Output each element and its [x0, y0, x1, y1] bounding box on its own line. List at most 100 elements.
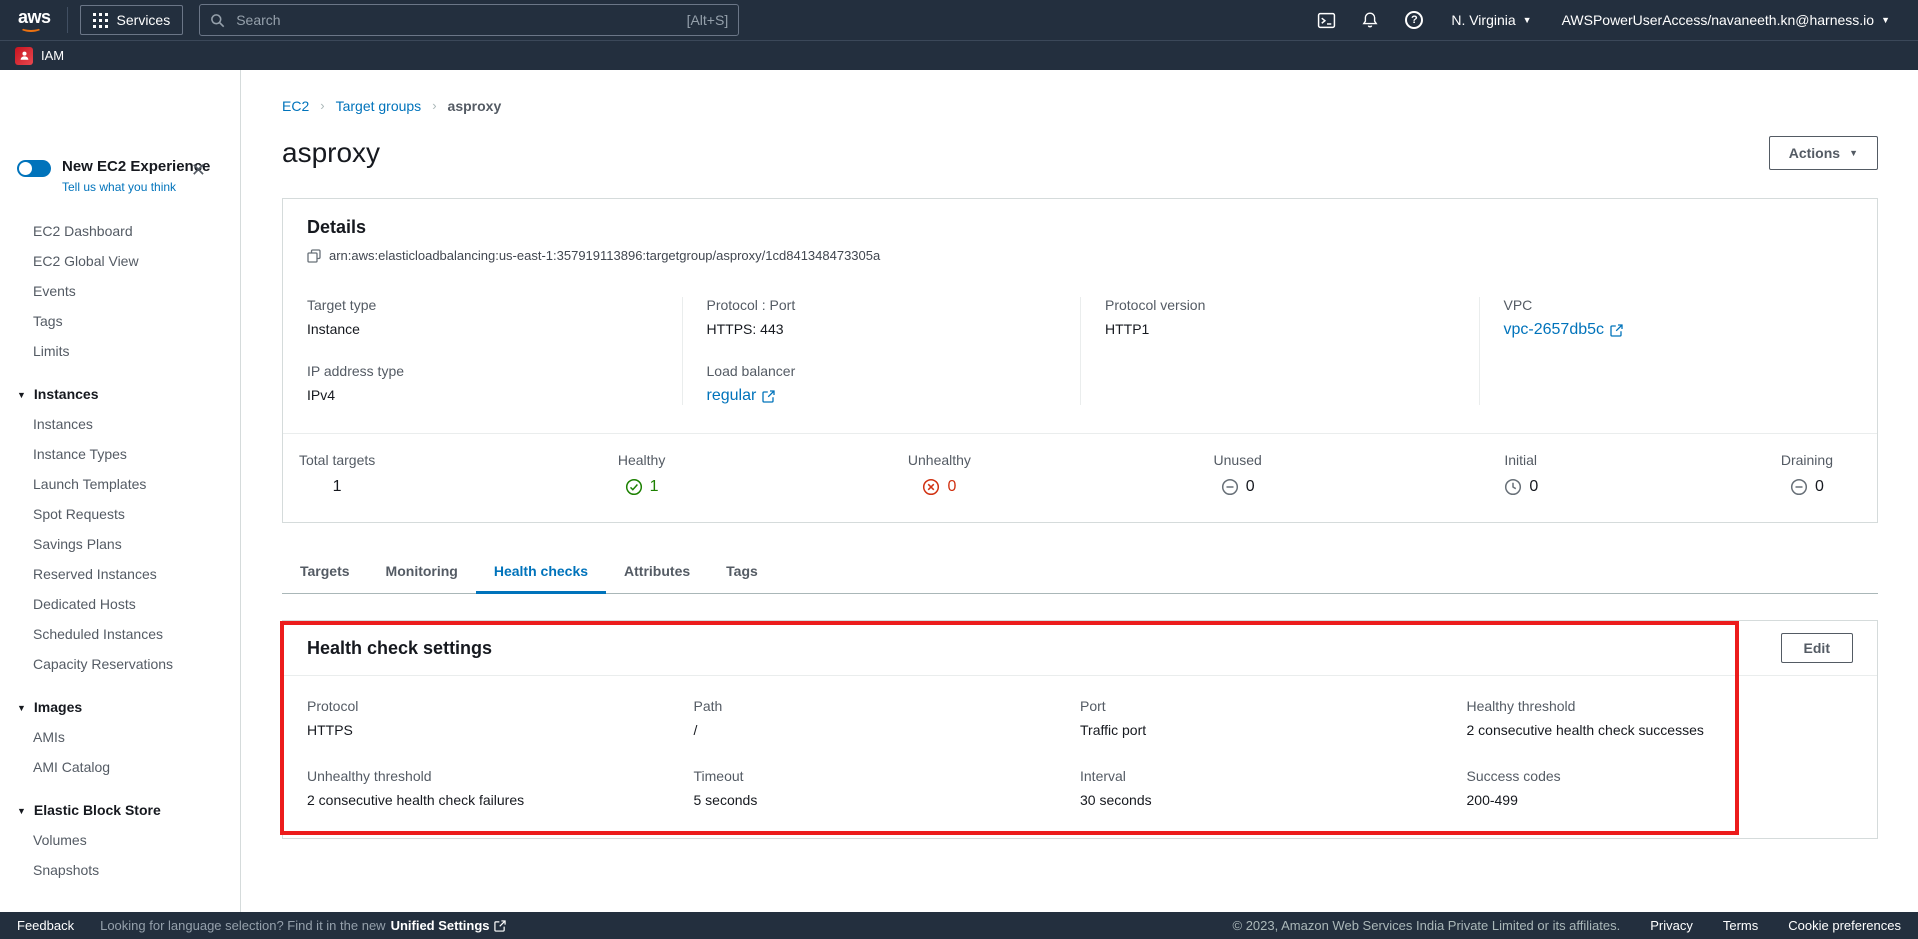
sidebar-item-ami-catalog[interactable]: AMI Catalog: [0, 752, 240, 782]
account-menu[interactable]: AWSPowerUserAccess/navaneeth.kn@harness.…: [1548, 12, 1904, 28]
sidebar-item-savings-plans[interactable]: Savings Plans: [0, 529, 240, 559]
breadcrumb-separator-icon: ›: [432, 96, 436, 116]
sidebar-section-elastic-block-store[interactable]: ▼Elastic Block Store: [0, 795, 240, 825]
services-menu-button[interactable]: Services: [80, 5, 184, 35]
footer: Feedback Looking for language selection?…: [0, 912, 1918, 939]
breadcrumb-target-groups[interactable]: Target groups: [336, 96, 422, 116]
field-value: 2 consecutive health check successes: [1467, 722, 1704, 738]
field-value: HTTPS: [307, 722, 353, 738]
tab-health-checks[interactable]: Health checks: [476, 553, 606, 594]
triangle-down-icon: ▼: [17, 380, 26, 410]
stat-label: Unused: [1214, 452, 1262, 468]
sidebar-item-spot-requests[interactable]: Spot Requests: [0, 499, 240, 529]
sidebar-item-tags[interactable]: Tags: [0, 306, 240, 336]
breadcrumb-ec2[interactable]: EC2: [282, 96, 309, 116]
unified-settings-label: Unified Settings: [391, 918, 490, 933]
field-hc-healthy-threshold: Healthy threshold 2 consecutive health c…: [1467, 698, 1854, 740]
help-icon[interactable]: ?: [1393, 4, 1435, 36]
service-shortcut-bar: IAM: [0, 40, 1918, 70]
section-label: Elastic Block Store: [34, 802, 161, 818]
field-hc-interval: Interval 30 seconds: [1080, 768, 1467, 810]
feedback-link[interactable]: Feedback: [17, 918, 74, 933]
stat-number: 0: [1246, 478, 1255, 496]
sidebar-item-snapshots[interactable]: Snapshots: [0, 855, 240, 885]
field-protocol-port: Protocol : Port HTTPS: 443: [707, 297, 1057, 339]
chevron-down-icon: ▼: [1849, 148, 1858, 158]
field-value: Traffic port: [1080, 722, 1146, 738]
sidebar-item-volumes[interactable]: Volumes: [0, 825, 240, 855]
sidebar-item-events[interactable]: Events: [0, 276, 240, 306]
sidebar-item-capacity-reservations[interactable]: Capacity Reservations: [0, 649, 240, 679]
tab-monitoring[interactable]: Monitoring: [368, 553, 476, 594]
triangle-down-icon: ▼: [17, 693, 26, 723]
field-label: Healthy threshold: [1467, 698, 1854, 714]
sidebar-item-launch-templates[interactable]: Launch Templates: [0, 469, 240, 499]
section-label: Instances: [34, 386, 99, 402]
search-input[interactable]: [234, 11, 677, 29]
field-label: Protocol version: [1105, 297, 1455, 313]
question-mark-glyph: ?: [1405, 11, 1423, 29]
tab-tags[interactable]: Tags: [708, 553, 776, 594]
field-hc-success-codes: Success codes 200-499: [1467, 768, 1854, 810]
unified-settings-link[interactable]: Unified Settings: [391, 918, 506, 933]
field-label: Target type: [307, 297, 658, 313]
top-navigation: aws Services [Alt+S] ? N. Virginia ▼ AWS…: [0, 0, 1918, 40]
field-target-type: Target type Instance: [307, 297, 658, 339]
region-selector[interactable]: N. Virginia ▼: [1437, 12, 1545, 28]
close-icon[interactable]: ✕: [185, 160, 212, 180]
main-content: EC2 › Target groups › asproxy asproxy Ac…: [241, 70, 1918, 912]
copy-icon[interactable]: [307, 249, 321, 263]
edit-button[interactable]: Edit: [1781, 633, 1853, 663]
sidebar-item-scheduled-instances[interactable]: Scheduled Instances: [0, 619, 240, 649]
sidebar-item-ec2-dashboard[interactable]: EC2 Dashboard: [0, 216, 240, 246]
sidebar-item-instances[interactable]: Instances: [0, 409, 240, 439]
sidebar-section-instances[interactable]: ▼ Instances: [0, 379, 240, 409]
sidebar-item-ec2-global-view[interactable]: EC2 Global View: [0, 246, 240, 276]
field-label: VPC: [1504, 297, 1854, 313]
field-ip-address-type: IP address type IPv4: [307, 363, 658, 405]
actions-button[interactable]: Actions ▼: [1769, 136, 1878, 170]
sidebar-item-instance-types[interactable]: Instance Types: [0, 439, 240, 469]
privacy-link[interactable]: Privacy: [1650, 918, 1693, 933]
chevron-down-icon: ▼: [1881, 15, 1890, 25]
stat-initial: Initial 0: [1504, 452, 1538, 496]
targets-summary: Total targets 1 Healthy 1 Unhealthy 0 Un…: [283, 434, 1877, 522]
health-check-heading: Health check settings: [307, 638, 492, 659]
field-value: HTTPS: 443: [707, 321, 784, 337]
stat-label: Total targets: [299, 452, 375, 468]
cloudshell-icon[interactable]: [1305, 4, 1347, 36]
notifications-bell-icon[interactable]: [1349, 4, 1391, 36]
sidebar: New EC2 Experience Tell us what you thin…: [0, 70, 241, 912]
x-circle-icon: [922, 478, 940, 496]
sidebar-item-reserved-instances[interactable]: Reserved Instances: [0, 559, 240, 589]
aws-logo[interactable]: aws: [14, 7, 63, 33]
field-protocol-version: Protocol version HTTP1: [1105, 297, 1455, 339]
tab-targets[interactable]: Targets: [282, 553, 368, 594]
account-label: AWSPowerUserAccess/navaneeth.kn@harness.…: [1562, 12, 1875, 28]
stat-draining: Draining 0: [1781, 452, 1833, 496]
tab-attributes[interactable]: Attributes: [606, 553, 708, 594]
actions-label: Actions: [1789, 145, 1840, 161]
edit-label: Edit: [1804, 640, 1830, 656]
target-group-arn: arn:aws:elasticloadbalancing:us-east-1:3…: [329, 248, 880, 263]
field-load-balancer: Load balancer regular: [707, 363, 1057, 405]
sidebar-item-amis[interactable]: AMIs: [0, 722, 240, 752]
new-experience-feedback-link[interactable]: Tell us what you think: [62, 180, 210, 194]
terms-link[interactable]: Terms: [1723, 918, 1758, 933]
sidebar-section-images[interactable]: ▼Images: [0, 692, 240, 722]
iam-shortcut[interactable]: IAM: [41, 48, 64, 63]
cookie-preferences-link[interactable]: Cookie preferences: [1788, 918, 1901, 933]
language-selection-note: Looking for language selection? Find it …: [100, 918, 505, 933]
sidebar-item-dedicated-hosts[interactable]: Dedicated Hosts: [0, 589, 240, 619]
vpc-link[interactable]: vpc-2657db5c: [1504, 321, 1624, 339]
field-vpc: VPC vpc-2657db5c: [1504, 297, 1854, 339]
details-panel: Details arn:aws:elasticloadbalancing:us-…: [282, 198, 1878, 523]
sidebar-item-limits[interactable]: Limits: [0, 336, 240, 366]
field-value: /: [694, 722, 698, 738]
field-hc-port: Port Traffic port: [1080, 698, 1467, 740]
minus-circle-icon: [1790, 478, 1808, 496]
load-balancer-link[interactable]: regular: [707, 387, 776, 405]
minus-circle-icon: [1221, 478, 1239, 496]
new-experience-toggle[interactable]: [17, 160, 51, 177]
search-bar[interactable]: [Alt+S]: [199, 4, 739, 36]
